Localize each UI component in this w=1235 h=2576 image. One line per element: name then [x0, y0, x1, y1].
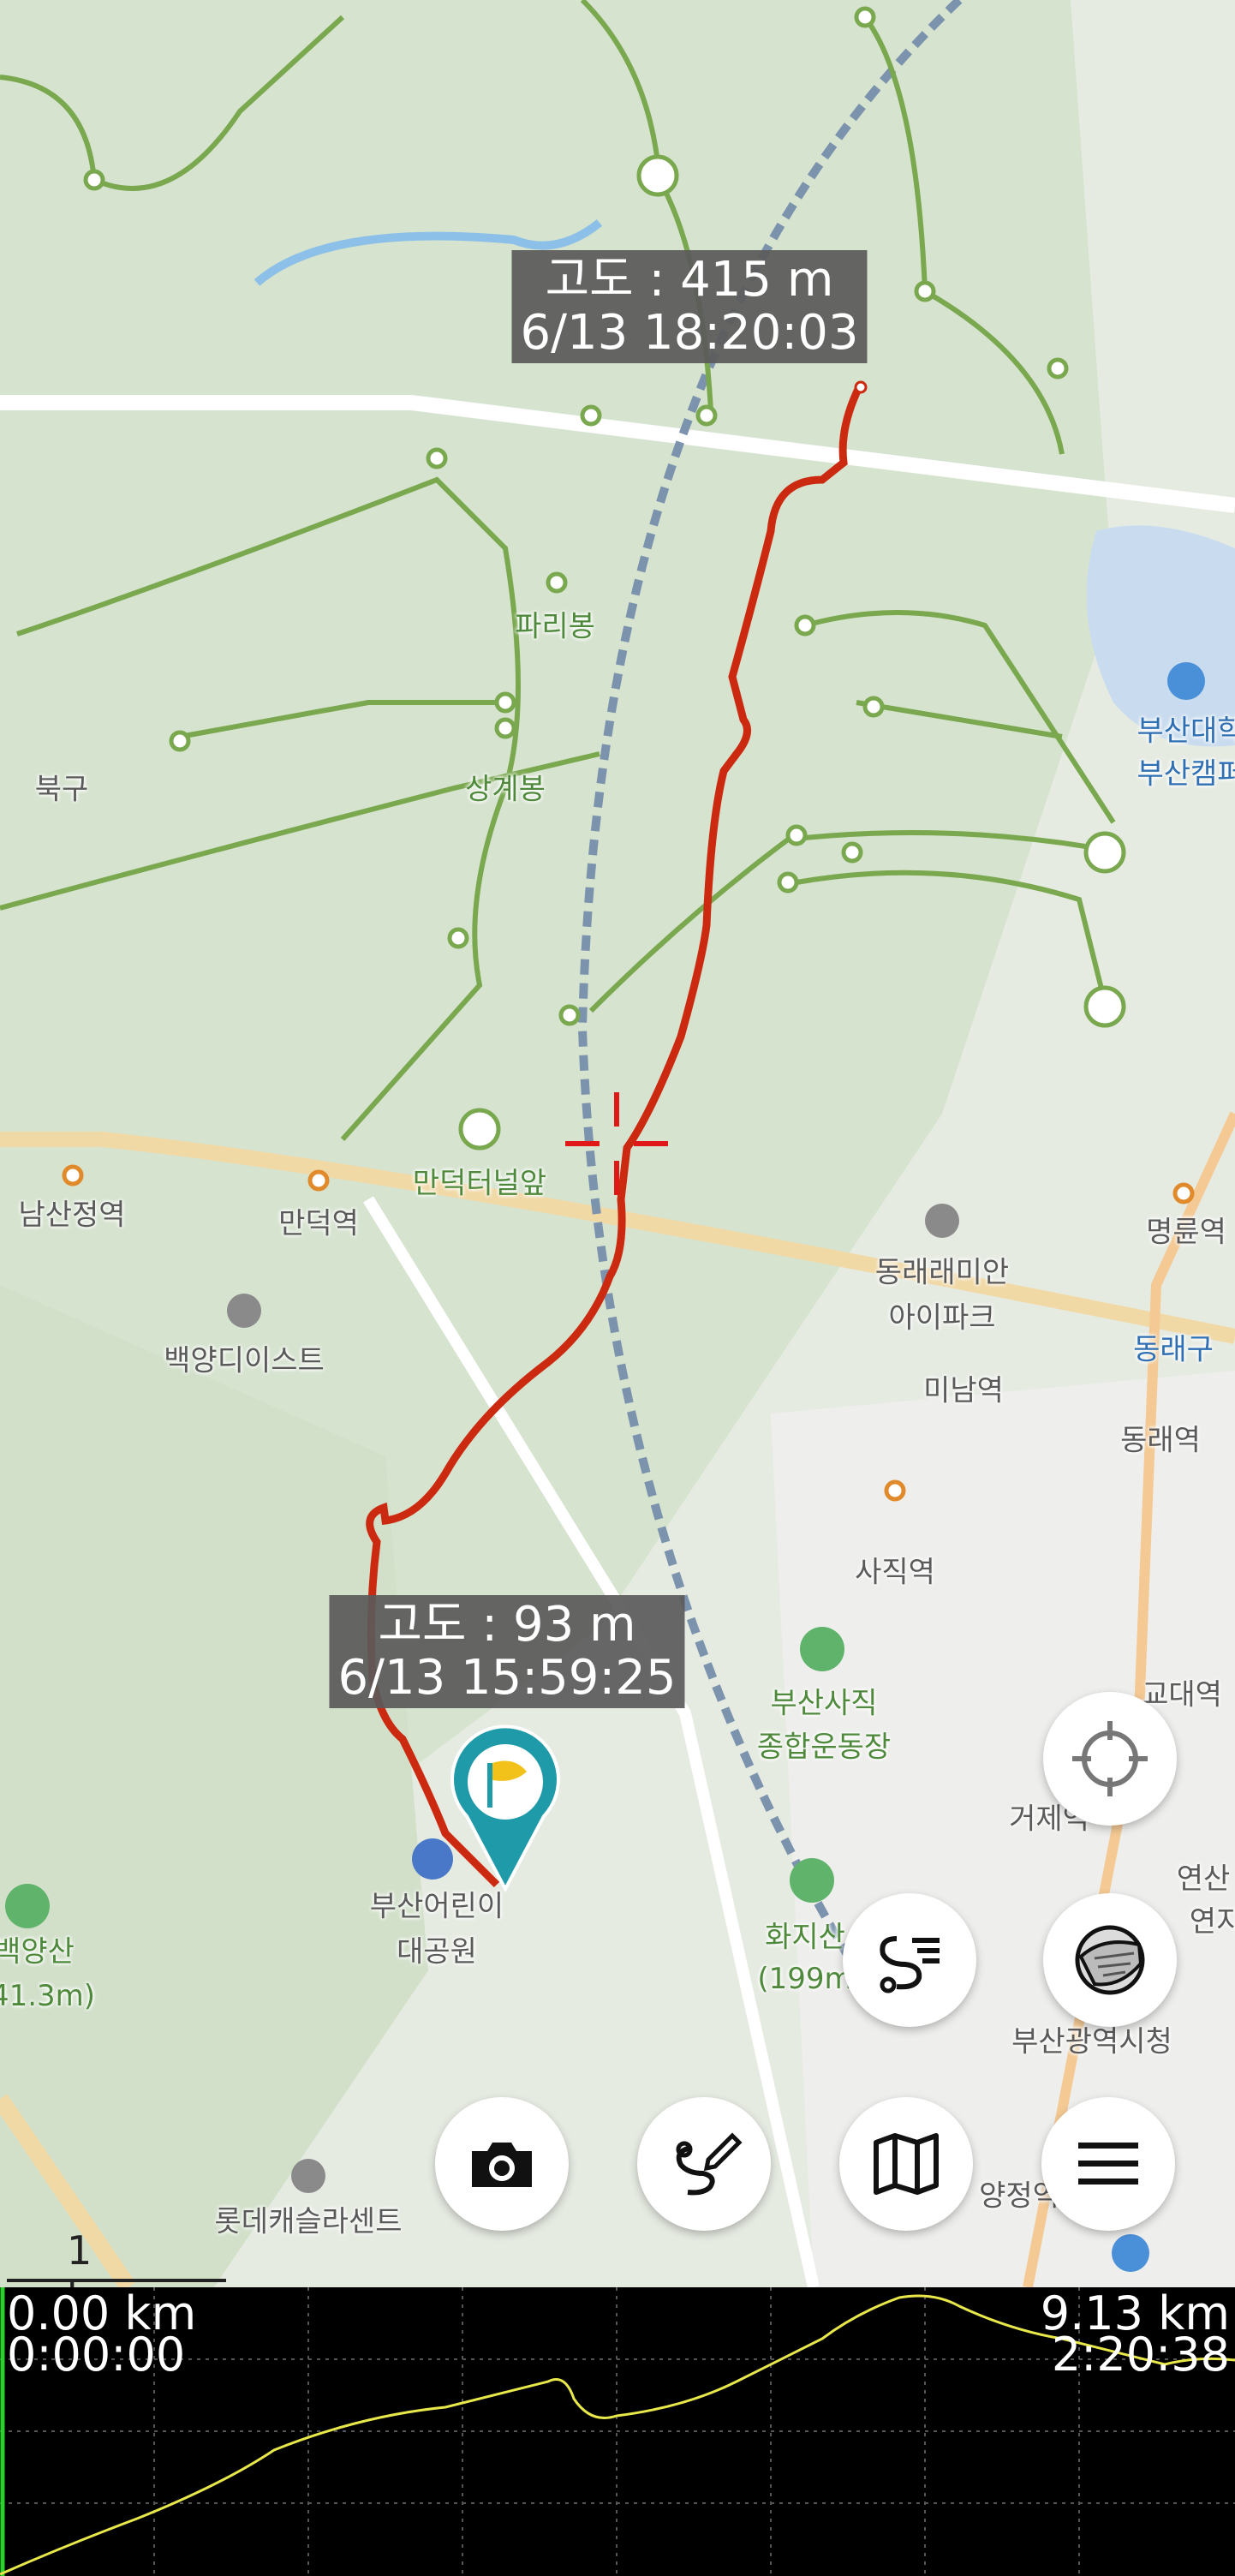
place-label-mandeok: 만덕역: [278, 1206, 359, 1241]
place-label-baekyangsan: 백양산: [0, 1934, 75, 1969]
route-list-icon: [880, 1936, 940, 1993]
start-altitude: 고도 : 93 m: [378, 1597, 636, 1653]
draw-route-icon: [676, 2132, 743, 2196]
place-label-sajik-stadium1: 부산사직: [770, 1686, 878, 1721]
route-list-button[interactable]: [843, 1893, 976, 2027]
end-point-callout: 고도 : 415 m 6/13 18:20:03: [511, 250, 868, 363]
end-timestamp: 6/13 18:20:03: [520, 305, 859, 361]
place-label-paribong: 파리봉: [515, 609, 595, 644]
place-label-sanggyebong: 상계봉: [465, 772, 546, 807]
place-label-busan-univ: 부산대학: [1137, 714, 1235, 749]
place-label-dongnaegu: 동래구: [1133, 1332, 1214, 1367]
locate-button[interactable]: [1043, 1692, 1177, 1826]
place-label-hwaji: 화지산: [765, 1920, 845, 1955]
camera-button[interactable]: [435, 2097, 569, 2231]
place-label-minam: 미남역: [923, 1373, 1004, 1408]
place-label-myeongnyun: 명륜역: [1146, 1215, 1226, 1250]
place-label-baekyang-east: 백양디이스트: [164, 1343, 325, 1378]
start-point-callout: 고도 : 93 m 6/13 15:59:25: [329, 1595, 685, 1708]
place-label-sajik-stadium2: 종합운동장: [756, 1730, 892, 1765]
place-label-mandeok-tunnel: 만덕터널앞: [412, 1166, 547, 1201]
layers-icon: [1075, 1925, 1145, 1995]
place-label-childrens-park2: 대공원: [397, 1934, 477, 1969]
start-time: 0:00:00: [7, 2328, 186, 2382]
place-label-busan-campus: 부산캠퍼: [1137, 756, 1235, 792]
map-icon: [874, 2133, 939, 2195]
end-altitude: 고도 : 415 m: [545, 252, 834, 308]
menu-icon: [1078, 2143, 1138, 2185]
menu-button[interactable]: [1041, 2097, 1175, 2231]
place-label-baekyang-h: 41.3m): [0, 1979, 96, 2013]
place-label-lotte: 롯데캐슬라센트: [214, 2204, 403, 2239]
place-label-bukgu: 북구: [34, 772, 89, 807]
place-label-namsan: 남산정역: [18, 1198, 126, 1233]
draw-route-button[interactable]: [637, 2097, 771, 2231]
layers-button[interactable]: [1043, 1893, 1177, 2027]
place-label-yeon2: 연지: [1189, 1904, 1235, 1939]
place-label-ipark: 아이파크: [888, 1300, 996, 1336]
camera-icon: [472, 2143, 532, 2187]
start-timestamp: 6/13 15:59:25: [337, 1650, 677, 1706]
place-label-dongnae-raemian: 동래래미안: [874, 1255, 1010, 1290]
place-label-dongnae-st: 동래역: [1120, 1423, 1201, 1458]
crosshair-icon: [1072, 1721, 1148, 1796]
map-view[interactable]: 파리봉상계봉 북구 부산대학부산캠퍼남산정역 만덕역 만덕터널앞명륜역동래래미안아이파크…: [0, 0, 1235, 2287]
place-label-yeonsan: 연산: [1176, 1862, 1231, 1897]
place-label-sajik: 사직역: [855, 1555, 935, 1590]
place-label-gyodae: 교대역: [1142, 1677, 1222, 1712]
elevation-profile[interactable]: 0.00 km 0:00:00 9.13 km 2:20:38: [0, 2287, 1235, 2576]
end-time: 2:20:38: [1051, 2328, 1230, 2382]
place-label-hwaji-h: (199m: [757, 1962, 853, 1996]
place-label-childrens-park1: 부산어린이: [369, 1889, 504, 1924]
map-mode-button[interactable]: [839, 2097, 973, 2231]
